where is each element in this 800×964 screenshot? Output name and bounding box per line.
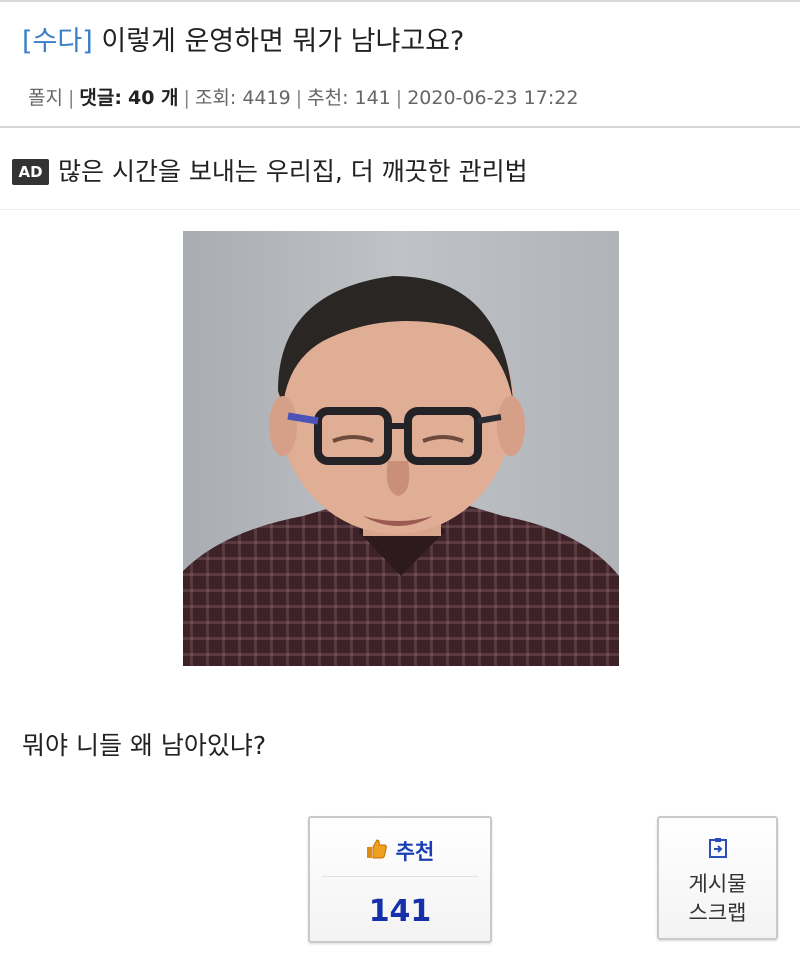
meta-separator: | [395, 87, 403, 109]
ad-text[interactable]: 많은 시간을 보내는 우리집, 더 깨끗한 관리법 [58, 154, 528, 190]
post-author[interactable]: 폴지 [28, 87, 63, 109]
recommend-count: 141 [368, 894, 432, 929]
scrap-button[interactable]: 게시물 스크랩 [657, 816, 778, 940]
meta-separator: | [183, 87, 190, 109]
recommend-divider [322, 876, 478, 877]
meta-separator: | [67, 87, 75, 109]
scrap-icon [706, 836, 730, 860]
thumbs-up-icon [366, 838, 388, 864]
comments-count[interactable]: 40 개 [128, 87, 179, 109]
post-category[interactable]: [수다] [22, 26, 93, 57]
scrap-label: 게시물 스크랩 [688, 872, 747, 925]
recommend-meta: 추천: 141 [307, 87, 391, 109]
post-photo [183, 231, 619, 666]
post-body: 뭐야 니들 왜 남아있냐? [22, 731, 267, 760]
views-count: 조회: 4419 [194, 87, 291, 109]
recommend-button[interactable]: 추천 141 [308, 816, 492, 943]
recommend-top: 추천 [310, 828, 490, 874]
ad-badge: AD [12, 159, 49, 185]
post-title-text: 이렇게 운영하면 뭐가 남냐고요? [101, 26, 465, 57]
comments-label: 댓글: [79, 87, 122, 109]
post-header: [수다] 이렇게 운영하면 뭐가 남냐고요? 폴지 | 댓글: 40 개 | 조회: 4… [0, 0, 800, 128]
post-datetime: 2020-06-23 17:22 [407, 87, 579, 109]
person-photo-illustration [183, 231, 619, 666]
post-title: [수다] 이렇게 운영하면 뭐가 남냐고요? [22, 22, 464, 62]
recommend-label: 추천 [395, 840, 435, 864]
meta-separator: | [295, 87, 303, 109]
post-meta: 폴지 | 댓글: 40 개 | 조회: 4419 | 추천: 141 | 2020-06-23 … [28, 84, 578, 112]
